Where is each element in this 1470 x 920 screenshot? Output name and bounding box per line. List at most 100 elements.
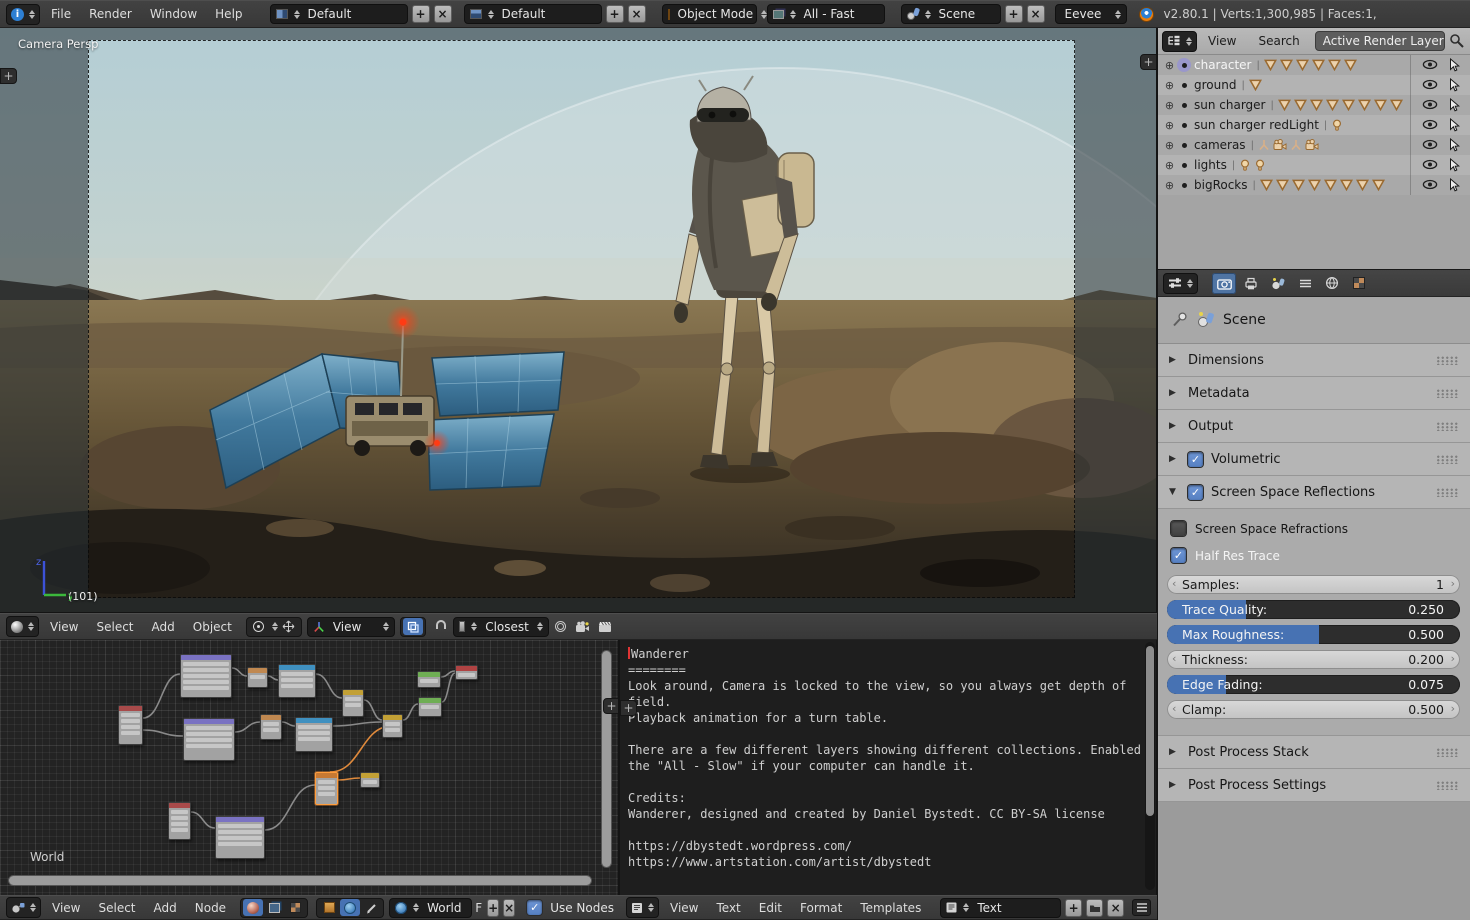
node-link[interactable] — [191, 812, 215, 828]
outliner-row-character[interactable]: ⊕character| — [1157, 55, 1470, 75]
shader-node[interactable] — [360, 772, 380, 788]
visibility-eye-icon[interactable] — [1422, 79, 1438, 93]
scene-selector[interactable]: Scene — [901, 4, 1001, 24]
unlink-text-button[interactable]: × — [1107, 899, 1124, 917]
editor-divider[interactable] — [1156, 28, 1158, 920]
drag-grip-icon[interactable] — [1436, 488, 1458, 497]
shader-node-selected[interactable] — [315, 772, 338, 805]
selectability-cursor-icon[interactable] — [1449, 178, 1460, 195]
shader-type-texture-button[interactable] — [285, 899, 305, 916]
selectability-cursor-icon[interactable] — [1449, 98, 1460, 115]
filter-icon[interactable] — [1449, 33, 1465, 49]
selectability-cursor-icon[interactable] — [1449, 158, 1460, 175]
panel-post-process-settings[interactable]: ▶Post Process Settings — [1157, 769, 1470, 802]
menu-select[interactable]: Select — [89, 901, 144, 915]
node-link-selected[interactable] — [338, 778, 360, 780]
menu-node[interactable]: Node — [186, 901, 235, 915]
shader-context-object-button[interactable] — [319, 899, 339, 916]
decrement-arrow-icon[interactable]: ‹ — [1172, 652, 1176, 665]
visibility-eye-icon[interactable] — [1422, 179, 1438, 193]
shader-node[interactable] — [418, 697, 442, 717]
node-link[interactable] — [316, 674, 342, 698]
outliner-row-lights[interactable]: ⊕lights| — [1157, 155, 1470, 175]
selectability-cursor-icon[interactable] — [1449, 78, 1460, 95]
delete-workspace-button[interactable]: × — [434, 5, 452, 23]
tab-world[interactable] — [1320, 273, 1344, 294]
field-half-res-trace[interactable]: ✓Half Res Trace — [1157, 542, 1470, 569]
proportional-edit-button[interactable] — [551, 618, 571, 635]
expand-arrow-icon[interactable]: ▶ — [1169, 780, 1180, 790]
expand-arrow-icon[interactable]: ▶ — [1169, 421, 1180, 431]
field-edge-fading[interactable]: Edge Fading:0.075 — [1167, 675, 1460, 694]
snap-target-dropdown[interactable]: Closest — [453, 617, 549, 637]
expand-plus-icon[interactable]: ⊕ — [1162, 59, 1177, 72]
decrement-arrow-icon[interactable]: ‹ — [1172, 577, 1176, 590]
menu-add[interactable]: Add — [145, 901, 186, 915]
outliner-row-sun-charger[interactable]: ⊕sun charger| — [1157, 95, 1470, 115]
horizontal-scrollbar[interactable] — [8, 875, 592, 886]
shader-node[interactable] — [260, 714, 282, 740]
fake-user-button[interactable]: F — [474, 899, 483, 916]
unlink-datablock-button[interactable]: × — [503, 899, 515, 917]
tab-texture[interactable] — [1347, 273, 1371, 294]
panel-checkbox[interactable]: ✓ — [1188, 485, 1203, 500]
panel-screen-space-reflections[interactable]: ▼✓Screen Space Reflections — [1157, 476, 1470, 509]
menu-view[interactable]: View — [41, 620, 87, 634]
pivot-point-button[interactable] — [249, 618, 269, 635]
editor-type-button[interactable] — [6, 897, 41, 918]
expand-plus-icon[interactable]: ⊕ — [1162, 159, 1177, 172]
shader-node[interactable] — [382, 714, 403, 738]
panel-post-process-stack[interactable]: ▶Post Process Stack — [1157, 736, 1470, 769]
mode-selector[interactable]: Object Mode — [662, 4, 757, 24]
add-layout-button[interactable]: + — [606, 5, 624, 23]
render-engine-selector[interactable]: Eevee — [1055, 4, 1127, 24]
text-content[interactable]: Wanderer========Look around, Camera is l… — [628, 646, 1141, 870]
menu-object[interactable]: Object — [184, 620, 241, 634]
delete-layout-button[interactable]: × — [628, 5, 646, 23]
add-workspace-button[interactable]: + — [412, 5, 430, 23]
new-text-button[interactable]: + — [1065, 899, 1082, 917]
shader-node[interactable] — [180, 654, 232, 698]
expand-plus-icon[interactable]: ⊕ — [1162, 179, 1177, 192]
shader-node[interactable] — [247, 667, 268, 688]
drag-grip-icon[interactable] — [1436, 389, 1458, 398]
outliner-row-cameras[interactable]: ⊕cameras| — [1157, 135, 1470, 155]
npanel-toggle-plus-icon[interactable]: + — [1140, 54, 1157, 70]
menu-select[interactable]: Select — [87, 620, 142, 634]
expand-plus-icon[interactable]: ⊕ — [1162, 79, 1177, 92]
menu-format[interactable]: Format — [791, 901, 851, 915]
checkbox[interactable] — [1171, 521, 1186, 536]
panel-dimensions[interactable]: ▶Dimensions — [1157, 344, 1470, 377]
text-datablock-selector[interactable]: Text — [940, 898, 1061, 918]
tab-scene[interactable] — [1266, 273, 1290, 294]
vertical-scrollbar[interactable] — [1146, 646, 1154, 816]
orientation-dropdown[interactable]: View — [307, 617, 395, 637]
drag-grip-icon[interactable] — [1436, 748, 1458, 757]
visibility-eye-icon[interactable] — [1422, 159, 1438, 173]
editor-type-button[interactable]: i — [6, 4, 40, 25]
view-layer-preset-selector[interactable]: All - Fast — [767, 4, 885, 24]
shader-context-world-button[interactable] — [340, 899, 360, 916]
add-scene-button[interactable]: + — [1005, 5, 1023, 23]
editor-type-button[interactable] — [1163, 273, 1198, 294]
field-trace-quality[interactable]: Trace Quality:0.250 — [1167, 600, 1460, 619]
workspace-selector[interactable]: Default — [270, 4, 408, 24]
shader-node-editor[interactable]: World + — [0, 640, 620, 895]
panel-metadata[interactable]: ▶Metadata — [1157, 377, 1470, 410]
shader-context-linestyle-button[interactable] — [361, 899, 381, 916]
tab-view-layer[interactable] — [1293, 273, 1317, 294]
field-samples[interactable]: ‹›Samples:1 — [1167, 575, 1460, 594]
node-link[interactable] — [442, 673, 455, 702]
decrement-arrow-icon[interactable]: ‹ — [1172, 702, 1176, 715]
visibility-eye-icon[interactable] — [1422, 119, 1438, 133]
sidebar-toggle-plus-icon[interactable]: + — [0, 68, 17, 84]
selectability-cursor-icon[interactable] — [1449, 138, 1460, 155]
node-link[interactable] — [403, 704, 418, 720]
3d-viewport[interactable]: Camera Persp (101) + + z y — [0, 28, 1157, 613]
node-link[interactable] — [143, 674, 180, 718]
menu-view[interactable]: View — [661, 901, 707, 915]
node-link[interactable] — [265, 785, 315, 830]
drag-grip-icon[interactable] — [1436, 781, 1458, 790]
editor-type-button[interactable] — [626, 897, 659, 918]
menu-render[interactable]: Render — [80, 7, 141, 21]
